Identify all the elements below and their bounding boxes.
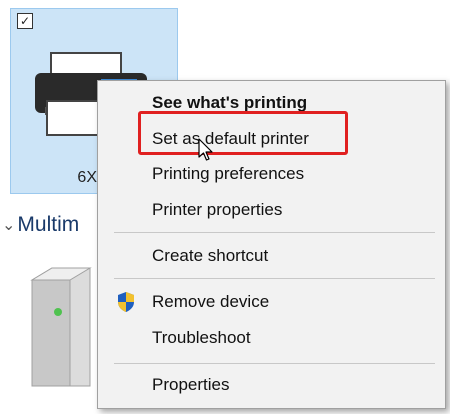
menu-item-create-shortcut[interactable]: Create shortcut	[98, 239, 445, 273]
mouse-pointer-icon	[198, 138, 213, 161]
tile-checkbox[interactable]: ✓	[17, 13, 33, 29]
menu-item-remove-device[interactable]: Remove device	[98, 285, 445, 319]
menu-separator	[114, 278, 435, 279]
menu-item-properties[interactable]: Properties	[98, 368, 445, 402]
printer-context-menu: See what's printing Set as default print…	[97, 80, 446, 409]
uac-shield-icon	[118, 292, 134, 312]
category-label: Multim	[17, 213, 80, 236]
menu-separator	[114, 232, 435, 233]
chevron-down-icon: ⌄	[2, 217, 16, 234]
device-name-label: 6X	[77, 169, 97, 186]
menu-item-printer-properties[interactable]: Printer properties	[98, 193, 445, 227]
computer-tower-icon	[30, 267, 92, 387]
menu-item-see-whats-printing[interactable]: See what's printing	[98, 86, 445, 120]
menu-item-label: Remove device	[152, 292, 270, 311]
menu-item-troubleshoot[interactable]: Troubleshoot	[98, 321, 445, 355]
category-header-multimedia[interactable]: ⌄ Multim	[0, 210, 79, 240]
menu-item-set-default-printer[interactable]: Set as default printer	[98, 122, 445, 156]
menu-item-printing-preferences[interactable]: Printing preferences	[98, 157, 445, 191]
menu-separator	[114, 363, 435, 364]
